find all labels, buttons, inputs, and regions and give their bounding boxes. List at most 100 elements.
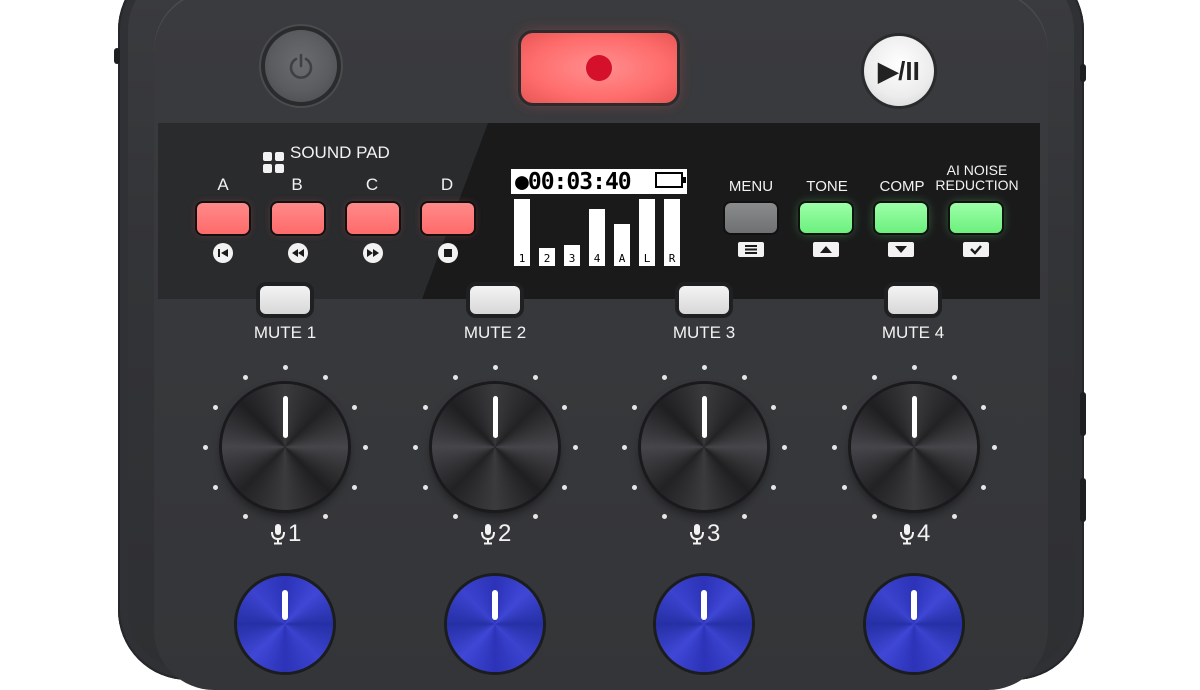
mute-3-button[interactable] — [679, 286, 729, 314]
scale-dot — [741, 375, 747, 381]
scale-dot — [282, 364, 288, 370]
side-port-right-1 — [1080, 64, 1086, 82]
microphone-icon — [271, 524, 285, 545]
sound-pad-b[interactable] — [272, 203, 324, 234]
scale-dot — [351, 404, 357, 410]
stop-icon — [438, 243, 458, 263]
pad-a-label: A — [217, 175, 229, 194]
scale-dot — [412, 444, 418, 450]
level-meter-label: 2 — [543, 252, 551, 265]
level-meter-label: 4 — [593, 252, 601, 265]
scale-dot — [423, 484, 429, 490]
mute-3-label: MUTE 3 — [672, 323, 736, 342]
menu-icon — [738, 242, 764, 257]
comp-label: COMP — [879, 178, 925, 195]
menu-button[interactable] — [725, 203, 777, 233]
ai-noise-reduction-button[interactable] — [950, 203, 1002, 233]
sound-pad-d[interactable] — [422, 203, 474, 234]
scale-dot — [561, 484, 567, 490]
tone-label: TONE — [806, 178, 848, 195]
knob-indicator — [912, 396, 917, 438]
sound-pad-a[interactable] — [197, 203, 249, 234]
scale-dot — [242, 513, 248, 519]
scale-dot — [572, 444, 578, 450]
tone-button[interactable] — [800, 203, 852, 233]
knob-indicator — [702, 396, 707, 438]
scale-dot — [871, 513, 877, 519]
scale-dot — [661, 375, 667, 381]
scale-dot — [202, 444, 208, 450]
scale-dot — [980, 404, 986, 410]
up-icon — [813, 242, 839, 257]
mic-3-gain-knob[interactable] — [619, 362, 789, 532]
knob-body — [641, 384, 767, 510]
scale-dot — [532, 513, 538, 519]
side-port-left — [114, 48, 120, 64]
pad-c-label: C — [365, 175, 379, 194]
scale-dot — [781, 444, 787, 450]
mic-3-label: 3 — [689, 520, 720, 548]
knob-indicator — [283, 396, 288, 438]
mic-1-gain-knob[interactable] — [200, 362, 370, 532]
comp-button[interactable] — [875, 203, 927, 233]
lcd-display: ●00:03:40 1 2 3 4 A L R — [508, 166, 690, 269]
play-pause-button[interactable]: ▶/II — [864, 36, 934, 106]
battery-icon — [655, 172, 686, 188]
mic-2-gain-knob[interactable] — [410, 362, 580, 532]
scale-dot — [632, 484, 638, 490]
scale-dot — [871, 375, 877, 381]
play-pause-icon: ▶/II — [878, 55, 920, 86]
pad-d-label: D — [440, 175, 454, 194]
side-port-right-3 — [1080, 478, 1086, 522]
scale-dot — [242, 375, 248, 381]
sound-pad-title: SOUND PAD — [263, 143, 390, 173]
record-button[interactable] — [521, 33, 677, 103]
mute-1-label: MUTE 1 — [253, 323, 317, 342]
scale-dot — [842, 404, 848, 410]
scale-dot — [770, 404, 776, 410]
mic-4-gain-knob[interactable] — [829, 362, 999, 532]
scale-dot — [701, 364, 707, 370]
scale-dot — [951, 513, 957, 519]
mic-1-label: 1 — [270, 520, 301, 548]
scale-dot — [770, 484, 776, 490]
mute-4-button[interactable] — [888, 286, 938, 314]
scale-dot — [322, 513, 328, 519]
side-port-right-2 — [1080, 392, 1086, 436]
level-meter-label: L — [643, 252, 651, 265]
scale-dot — [741, 513, 747, 519]
mic-4-label: 4 — [899, 520, 930, 548]
mute-4-label: MUTE 4 — [881, 323, 945, 342]
headphone-3-knob[interactable] — [656, 576, 752, 672]
sound-pad-icon — [263, 152, 284, 173]
mute-1-button[interactable] — [260, 286, 310, 314]
scale-dot — [561, 404, 567, 410]
level-meter-label: 3 — [568, 252, 576, 265]
fast-forward-icon — [363, 243, 383, 263]
scale-dot — [661, 513, 667, 519]
sound-pad-c[interactable] — [347, 203, 399, 234]
power-icon — [289, 53, 313, 79]
record-icon — [586, 55, 612, 81]
scale-dot — [351, 484, 357, 490]
scale-dot — [980, 484, 986, 490]
headphone-2-knob[interactable] — [447, 576, 543, 672]
microphone-icon — [481, 524, 495, 545]
mute-2-button[interactable] — [470, 286, 520, 314]
scale-dot — [621, 444, 627, 450]
scale-dot — [632, 404, 638, 410]
headphone-4-knob[interactable] — [866, 576, 962, 672]
scale-dot — [452, 375, 458, 381]
scale-dot — [452, 513, 458, 519]
scale-dot — [991, 444, 997, 450]
scale-dot — [362, 444, 368, 450]
knob-indicator — [492, 590, 498, 620]
knob-indicator — [282, 590, 288, 620]
power-button[interactable] — [265, 30, 337, 102]
check-icon — [963, 242, 989, 257]
headphone-1-knob[interactable] — [237, 576, 333, 672]
scale-dot — [213, 404, 219, 410]
microphone-icon — [690, 524, 704, 545]
control-panel: SOUND PAD A B C D ●00:03:40 1 2 3 4 A L R MENU… — [158, 123, 1040, 299]
scale-dot — [492, 364, 498, 370]
